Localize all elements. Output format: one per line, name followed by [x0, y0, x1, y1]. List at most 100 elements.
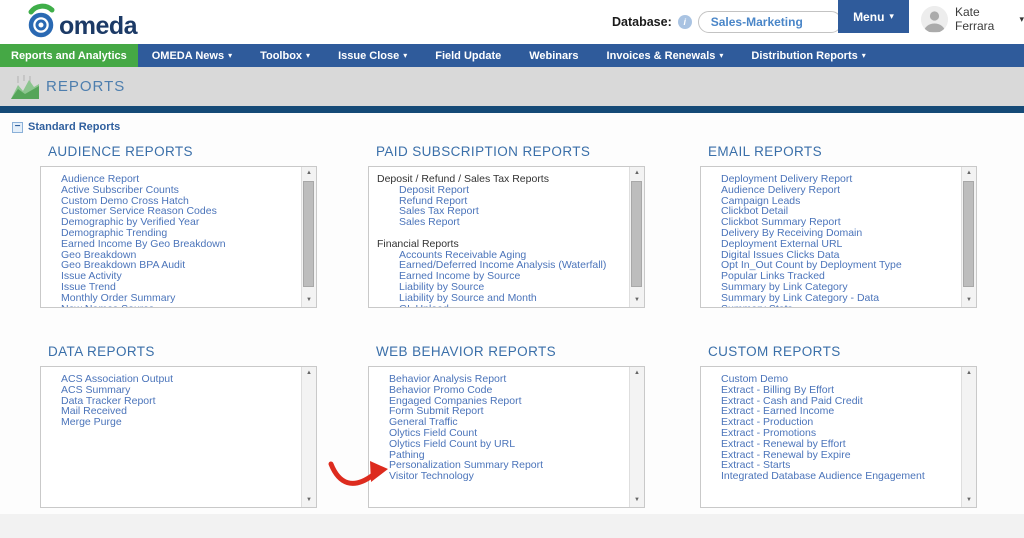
report-group-label: Deposit / Refund / Sales Tax Reports: [369, 174, 629, 185]
report-link[interactable]: ACS Association Output: [41, 374, 301, 385]
menu-button[interactable]: Menu ▾: [838, 0, 909, 33]
nav-item-field-update[interactable]: Field Update: [421, 44, 515, 67]
report-link[interactable]: Deployment Delivery Report: [701, 174, 961, 185]
report-link[interactable]: Earned/Deferred Income Analysis (Waterfa…: [369, 260, 629, 271]
report-link[interactable]: Olytics Field Count: [369, 428, 629, 439]
report-link[interactable]: Clickbot Summary Report: [701, 217, 961, 228]
panel-title: WEB BEHAVIOR REPORTS: [368, 344, 645, 360]
report-link[interactable]: Data Tracker Report: [41, 396, 301, 407]
report-link[interactable]: Monthly Order Summary: [41, 293, 301, 304]
report-link[interactable]: Opt In_Out Count by Deployment Type: [701, 260, 961, 271]
report-link[interactable]: Olytics Field Count by URL: [369, 439, 629, 450]
report-link[interactable]: Behavior Analysis Report: [369, 374, 629, 385]
scrollbar[interactable]: ▲▼: [961, 167, 976, 307]
report-link[interactable]: Extract - Renewal by Effort: [701, 439, 961, 450]
scroll-up-icon[interactable]: ▲: [630, 367, 644, 380]
scroll-up-icon[interactable]: ▲: [302, 167, 316, 180]
scrollbar-thumb[interactable]: [303, 181, 314, 287]
report-link[interactable]: Geo Breakdown: [41, 250, 301, 261]
nav-item-reports-and-analytics[interactable]: Reports and Analytics: [0, 44, 138, 67]
report-link[interactable]: Active Subscriber Counts: [41, 185, 301, 196]
report-link[interactable]: Extract - Billing By Effort: [701, 385, 961, 396]
report-link[interactable]: Digital Issues Clicks Data: [701, 250, 961, 261]
report-link[interactable]: Mail Received: [41, 406, 301, 417]
info-icon[interactable]: i: [678, 15, 692, 29]
scroll-down-icon[interactable]: ▼: [630, 494, 644, 507]
report-link[interactable]: Summary by Link Category - Data: [701, 293, 961, 304]
scroll-down-icon[interactable]: ▼: [630, 294, 644, 307]
scrollbar[interactable]: ▲▼: [961, 367, 976, 507]
scrollbar[interactable]: ▲▼: [629, 167, 644, 307]
report-link[interactable]: Form Submit Report: [369, 406, 629, 417]
collapse-icon[interactable]: −: [12, 122, 23, 133]
report-link[interactable]: Campaign Leads: [701, 196, 961, 207]
report-link[interactable]: Geo Breakdown BPA Audit: [41, 260, 301, 271]
scrollbar[interactable]: ▲▼: [301, 367, 316, 507]
scroll-down-icon[interactable]: ▼: [962, 494, 976, 507]
report-link[interactable]: Accounts Receivable Aging: [369, 250, 629, 261]
report-link[interactable]: Visitor Technology: [369, 471, 629, 482]
report-link[interactable]: Issue Trend: [41, 282, 301, 293]
nav-item-issue-close[interactable]: Issue Close▾: [324, 44, 421, 67]
report-link[interactable]: Popular Links Tracked: [701, 271, 961, 282]
report-list: ACS Association OutputACS SummaryData Tr…: [41, 367, 301, 507]
report-link[interactable]: Personalization Summary Report: [369, 460, 629, 471]
report-link[interactable]: Extract - Earned Income: [701, 406, 961, 417]
area-chart-icon: [10, 74, 40, 105]
report-link[interactable]: Extract - Promotions: [701, 428, 961, 439]
report-link[interactable]: Liability by Source and Month: [369, 293, 629, 304]
report-link[interactable]: Sales Tax Report: [369, 206, 629, 217]
scrollbar[interactable]: ▲▼: [629, 367, 644, 507]
report-link[interactable]: Refund Report: [369, 196, 629, 207]
report-link[interactable]: Earned Income By Geo Breakdown: [41, 239, 301, 250]
nav-item-invoices-renewals[interactable]: Invoices & Renewals▾: [593, 44, 738, 67]
scroll-down-icon[interactable]: ▼: [302, 494, 316, 507]
scroll-down-icon[interactable]: ▼: [302, 294, 316, 307]
report-link[interactable]: Extract - Starts: [701, 460, 961, 471]
report-link[interactable]: Sales Report: [369, 217, 629, 228]
report-link[interactable]: General Traffic: [369, 417, 629, 428]
database-input[interactable]: [698, 11, 842, 33]
report-link[interactable]: Audience Report: [41, 174, 301, 185]
scroll-up-icon[interactable]: ▲: [962, 367, 976, 380]
report-link[interactable]: Deposit Report: [369, 185, 629, 196]
report-link[interactable]: Pathing: [369, 450, 629, 461]
report-link[interactable]: Summary by Link Category: [701, 282, 961, 293]
report-link[interactable]: Deployment External URL: [701, 239, 961, 250]
scrollbar-thumb[interactable]: [963, 181, 974, 287]
report-link[interactable]: Audience Delivery Report: [701, 185, 961, 196]
report-link[interactable]: Clickbot Detail: [701, 206, 961, 217]
report-link[interactable]: Demographic Trending: [41, 228, 301, 239]
scrollbar[interactable]: ▲▼: [301, 167, 316, 307]
report-link[interactable]: Extract - Renewal by Expire: [701, 450, 961, 461]
nav-item-distribution-reports[interactable]: Distribution Reports▾: [737, 44, 879, 67]
report-link[interactable]: Extract - Cash and Paid Credit: [701, 396, 961, 407]
scrollbar-thumb[interactable]: [631, 181, 642, 287]
report-link[interactable]: Delivery By Receiving Domain: [701, 228, 961, 239]
report-link[interactable]: Custom Demo: [701, 374, 961, 385]
nav-item-omeda-news[interactable]: OMEDA News▾: [138, 44, 246, 67]
report-link[interactable]: Demographic by Verified Year: [41, 217, 301, 228]
report-link[interactable]: GL Upload: [369, 304, 629, 307]
standard-reports-toggle[interactable]: − Standard Reports: [12, 121, 120, 133]
report-link[interactable]: Engaged Companies Report: [369, 396, 629, 407]
scroll-up-icon[interactable]: ▲: [302, 367, 316, 380]
report-link[interactable]: Issue Activity: [41, 271, 301, 282]
nav-item-webinars[interactable]: Webinars: [515, 44, 592, 67]
report-link[interactable]: Summary Stats: [701, 304, 961, 307]
report-link[interactable]: Custom Demo Cross Hatch: [41, 196, 301, 207]
report-link[interactable]: ACS Summary: [41, 385, 301, 396]
report-link[interactable]: New Names Source: [41, 304, 301, 307]
report-link[interactable]: Integrated Database Audience Engagement: [701, 471, 961, 482]
scroll-up-icon[interactable]: ▲: [962, 167, 976, 180]
report-link[interactable]: Liability by Source: [369, 282, 629, 293]
user-menu[interactable]: Kate Ferrara ▾: [921, 5, 1024, 33]
scroll-up-icon[interactable]: ▲: [630, 167, 644, 180]
report-link[interactable]: Customer Service Reason Codes: [41, 206, 301, 217]
report-link[interactable]: Merge Purge: [41, 417, 301, 428]
scroll-down-icon[interactable]: ▼: [962, 294, 976, 307]
report-link[interactable]: Behavior Promo Code: [369, 385, 629, 396]
report-link[interactable]: Extract - Production: [701, 417, 961, 428]
nav-item-toolbox[interactable]: Toolbox▾: [246, 44, 324, 67]
report-link[interactable]: Earned Income by Source: [369, 271, 629, 282]
